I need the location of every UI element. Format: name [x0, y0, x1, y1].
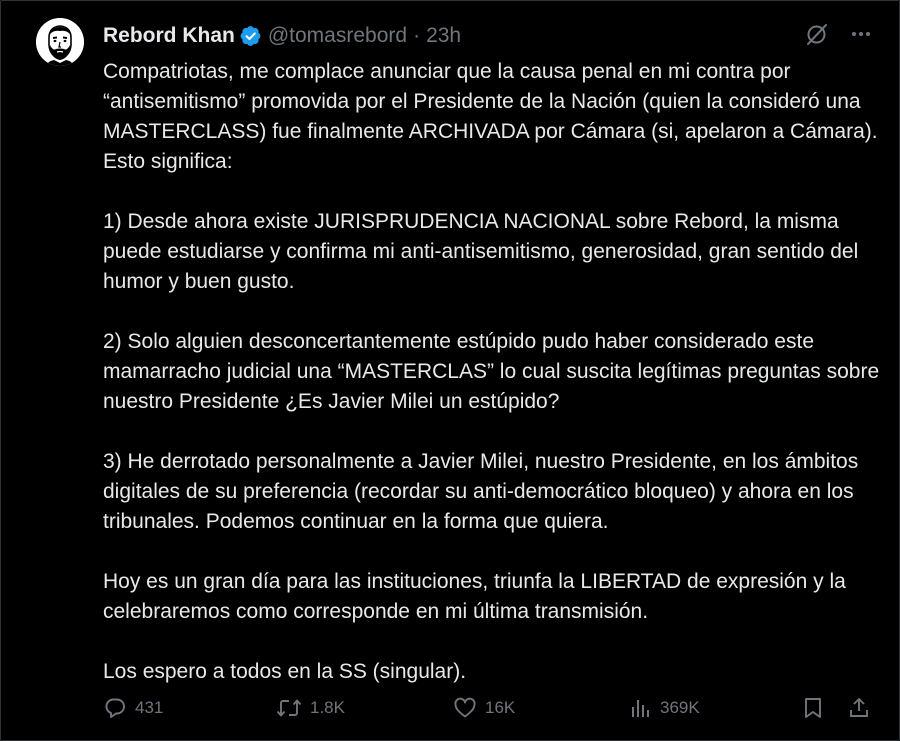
heart-icon: [453, 696, 477, 720]
tweet-card: Rebord Khan @tomasrebord · 23h Compatrio…: [0, 0, 900, 741]
share-icon: [847, 696, 871, 720]
avatar[interactable]: [36, 18, 84, 66]
tweet-header: Rebord Khan @tomasrebord · 23h: [103, 21, 461, 51]
views-count: 369K: [660, 698, 700, 717]
tweet-paragraph: Compatriotas, me complace anunciar que l…: [103, 60, 878, 173]
reply-count: 431: [135, 698, 164, 717]
tweet-paragraph: Los espero a todos en la SS (singular).: [103, 660, 467, 683]
avatar-illustration: [36, 18, 84, 66]
top-actions: [805, 22, 873, 46]
grok-icon[interactable]: [805, 22, 829, 46]
retweet-button[interactable]: 1.8K: [276, 696, 345, 720]
reply-icon: [103, 696, 127, 720]
tweet-paragraph: 3) He derrotado personalmente a Javier M…: [103, 450, 859, 533]
bookmark-button[interactable]: [801, 696, 833, 720]
separator-dot: ·: [413, 24, 421, 47]
reply-button[interactable]: 431: [103, 696, 163, 720]
timestamp[interactable]: 23h: [426, 24, 461, 48]
tweet-paragraph: 2) Solo alguien desconcertantemente estú…: [103, 330, 880, 413]
verified-badge-icon: [240, 25, 262, 47]
tweet-text: Compatriotas, me complace anunciar que l…: [103, 57, 883, 687]
retweet-icon: [276, 696, 302, 720]
views-icon: [628, 696, 652, 720]
author-display-name[interactable]: Rebord Khan: [103, 24, 235, 48]
tweet-paragraph: Hoy es un gran día para las institucione…: [103, 570, 846, 623]
tweet-paragraph: 1) Desde ahora existe JURISPRUDENCIA NAC…: [103, 210, 859, 293]
like-count: 16K: [485, 698, 516, 717]
retweet-count: 1.8K: [310, 698, 345, 717]
author-handle[interactable]: @tomasrebord: [268, 24, 407, 48]
like-button[interactable]: 16K: [453, 696, 515, 720]
more-icon[interactable]: [849, 22, 873, 46]
tweet-actions: 431 1.8K 16K 369K: [103, 696, 877, 728]
share-button[interactable]: [847, 696, 879, 720]
views-button[interactable]: 369K: [628, 696, 700, 720]
bookmark-icon: [801, 696, 825, 720]
